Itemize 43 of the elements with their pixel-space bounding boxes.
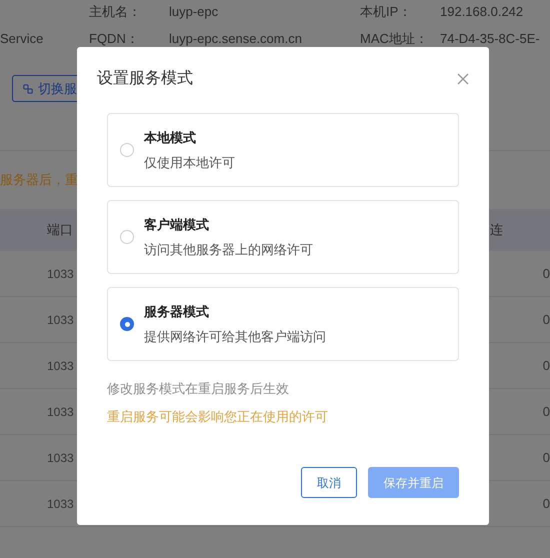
table-cell-text: 0 [542, 402, 550, 421]
field-label: 主机名： [89, 3, 142, 22]
table-cell-text: 1033 [47, 358, 74, 374]
close-button[interactable] [455, 71, 471, 87]
field-label: FQDN： [89, 30, 140, 48]
mode-option[interactable]: 客户端模式 访问其他服务器上的网络许可 [107, 200, 459, 274]
field-value: luyp-epc [169, 3, 220, 22]
radio-button[interactable] [120, 143, 134, 157]
option-title: 服务器模式 [144, 303, 210, 321]
table-cell-text: 0 [542, 264, 550, 283]
column-header: 连 [490, 221, 503, 240]
table-cell-text: 0 [542, 310, 550, 329]
column-header: 端口 [47, 221, 74, 240]
field-label: MAC地址： [360, 30, 429, 48]
swap-icon [23, 82, 33, 94]
table-cell-text: 1033 [47, 266, 74, 282]
radio-button[interactable] [120, 230, 134, 244]
mode-option[interactable]: 服务器模式 提供网络许可给其他客户端访问 [107, 287, 459, 361]
table-cell-text: 1033 [47, 496, 74, 512]
table-cell-text: 1033 [47, 450, 74, 466]
field-value: luyp-epc.sense.com.cn [169, 30, 303, 48]
field-value: 192.168.0.242 [440, 3, 524, 22]
option-description: 访问其他服务器上的网络许可 [144, 240, 313, 258]
close-icon [457, 73, 469, 85]
table-cell-text: 0 [542, 356, 550, 375]
service-name: Service [0, 30, 44, 48]
option-description: 提供网络许可给其他客户端访问 [144, 328, 326, 346]
mode-option[interactable]: 本地模式 仅使用本地许可 [107, 113, 459, 187]
field-label: 本机IP： [360, 3, 412, 22]
table-cell-text: 1033 [47, 312, 74, 328]
dialog-title: 设置服务模式 [97, 68, 193, 89]
warning-text: 服务器后，重 [0, 171, 78, 190]
radio-button[interactable] [120, 317, 134, 331]
table-cell-text: 1033 [47, 404, 74, 420]
option-title: 客户端模式 [144, 216, 210, 234]
option-description: 仅使用本地许可 [144, 154, 235, 172]
field-value: 74-D4-35-8C-5E- [440, 30, 541, 48]
dialog-button[interactable]: 取消 [301, 467, 357, 498]
note-text: 重启服务可能会影响您正在使用的许可 [107, 408, 329, 426]
option-title: 本地模式 [144, 129, 197, 147]
table-cell-text: 0 [542, 448, 550, 467]
note-text: 修改服务模式在重启服务后生效 [107, 380, 290, 398]
table-cell-text: 0 [542, 494, 550, 513]
